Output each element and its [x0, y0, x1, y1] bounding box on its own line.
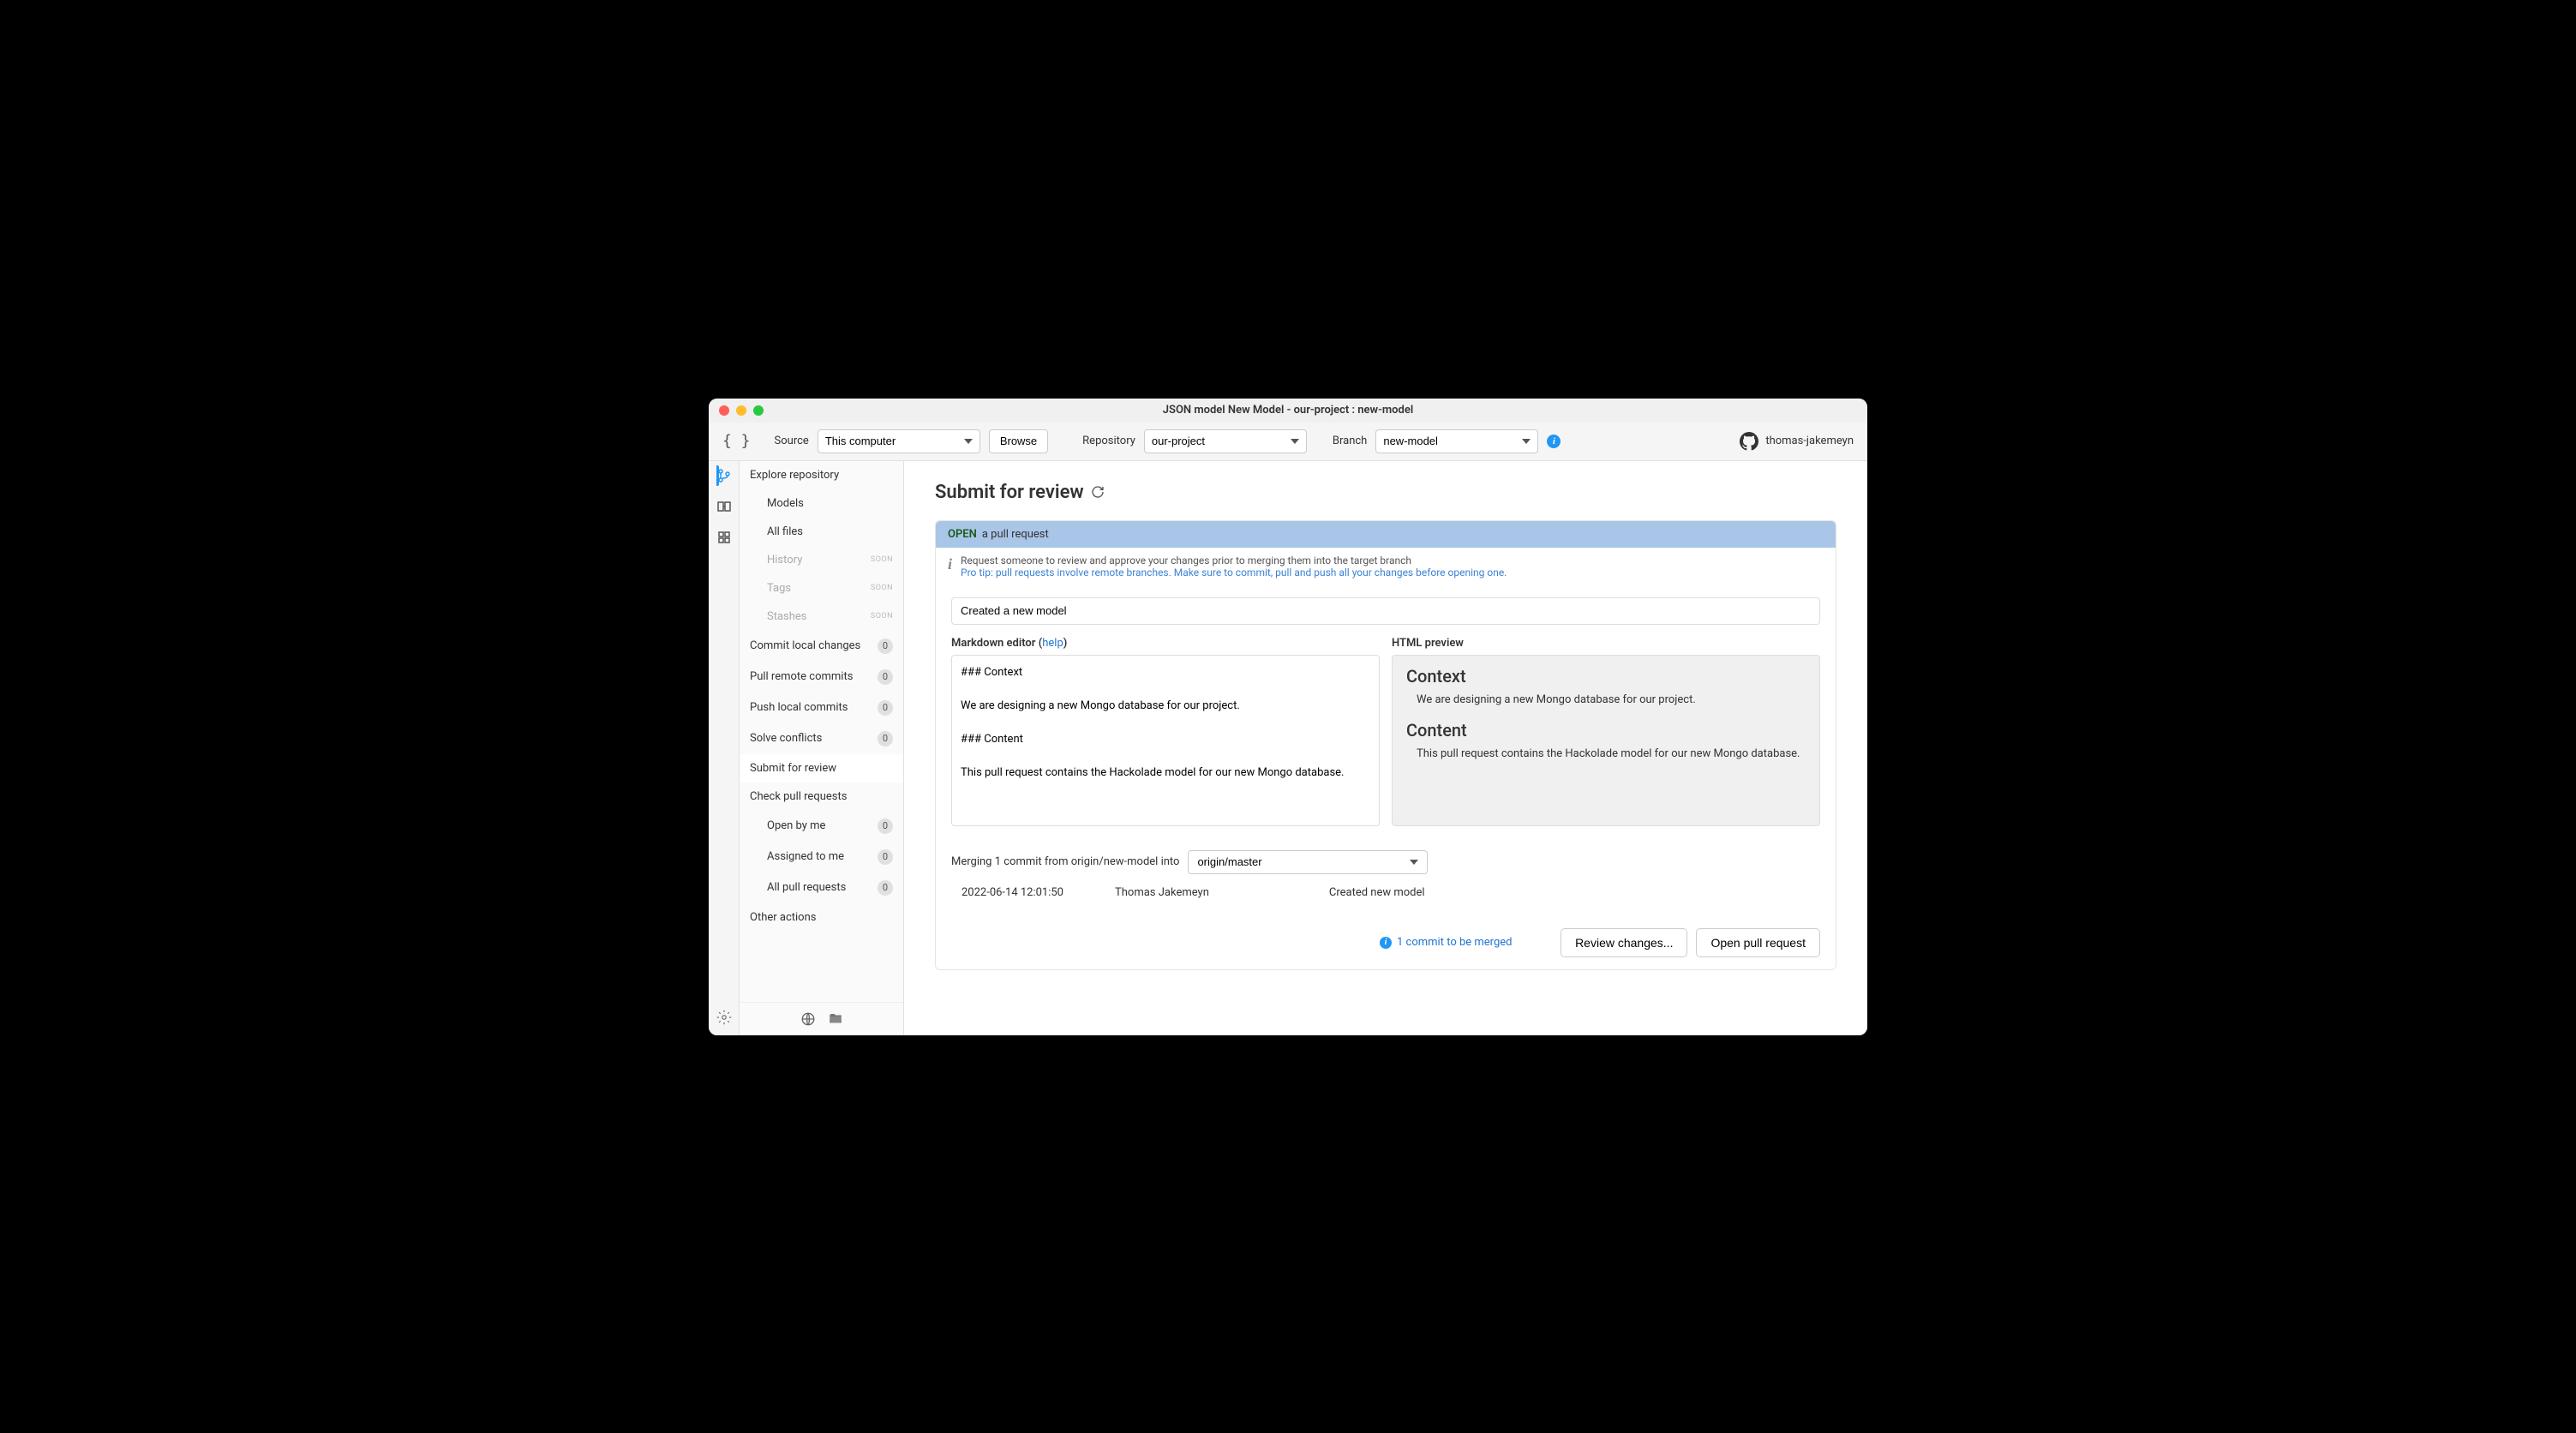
username: thomas-jakemeyn	[1765, 435, 1854, 447]
footer-row: i 1 commit to be merged Review changes..…	[951, 928, 1820, 957]
help-link[interactable]: help	[1042, 637, 1063, 650]
globe-icon[interactable]	[800, 1011, 816, 1027]
html-preview: Context We are designing a new Mongo dat…	[1392, 655, 1820, 826]
sidebar-assigned[interactable]: Assigned to me0	[740, 842, 903, 872]
commit-message: Created new model	[1329, 886, 1425, 899]
sidebar-pull[interactable]: Pull remote commits0	[740, 662, 903, 693]
commit-date: 2022-06-14 12:01:50	[962, 886, 1063, 899]
info-glyph-icon: i	[948, 556, 952, 572]
sidebar-models[interactable]: Models	[740, 489, 903, 518]
merge-row: Merging 1 commit from origin/new-model i…	[951, 850, 1820, 874]
git-tab-icon[interactable]	[716, 468, 732, 483]
sidebar-openbyme[interactable]: Open by me0	[740, 811, 903, 842]
merge-target-select[interactable]: origin/master	[1188, 850, 1428, 874]
markdown-editor[interactable]: ### Context We are designing a new Mongo…	[951, 655, 1380, 826]
open-pr-button[interactable]: Open pull request	[1696, 928, 1820, 957]
panel-body: Markdown editor (help) ### Context We ar…	[936, 585, 1836, 969]
commit-author: Thomas Jakemeyn	[1115, 886, 1209, 899]
protip-text: Pro tip: pull requests involve remote br…	[961, 567, 1507, 579]
sidebar-tags: TagsSOON	[740, 574, 903, 603]
repository-label: Repository	[1082, 435, 1135, 447]
md-label: Markdown editor (help)	[951, 637, 1380, 650]
source-label: Source	[775, 435, 809, 447]
app-window: JSON model New Model - our-project : new…	[709, 399, 1867, 1035]
branch-label: Branch	[1333, 435, 1367, 447]
pr-title-input[interactable]	[951, 597, 1820, 625]
minimize-window-button[interactable]	[736, 405, 746, 416]
repository-select[interactable]: our-project	[1144, 429, 1307, 453]
main-content: Submit for review OPEN a pull request i …	[904, 461, 1867, 1035]
sidebar-stashes: StashesSOON	[740, 603, 903, 631]
browse-button[interactable]: Browse	[989, 429, 1048, 453]
open-label: OPEN	[948, 528, 977, 541]
window-controls	[719, 405, 764, 416]
sidebar: Explore repository Models All files Hist…	[740, 461, 904, 1035]
sidebar-explore[interactable]: Explore repository	[740, 461, 903, 489]
info-icon: i	[1380, 937, 1392, 949]
sidebar-solve[interactable]: Solve conflicts0	[740, 723, 903, 754]
source-select[interactable]: This computer	[818, 429, 980, 453]
close-window-button[interactable]	[719, 405, 729, 416]
refresh-icon[interactable]	[1091, 485, 1105, 499]
user-area[interactable]: thomas-jakemeyn	[1740, 432, 1854, 451]
sidebar-other[interactable]: Other actions	[740, 903, 903, 932]
maximize-window-button[interactable]	[753, 405, 764, 416]
sidebar-footer	[740, 1002, 903, 1035]
commit-row: 2022-06-14 12:01:50 Thomas Jakemeyn Crea…	[951, 874, 1820, 911]
app-body: Explore repository Models All files Hist…	[709, 461, 1867, 1035]
sidebar-commit[interactable]: Commit local changes0	[740, 631, 903, 662]
sidebar-history: HistorySOON	[740, 546, 903, 574]
window-title: JSON model New Model - our-project : new…	[709, 404, 1867, 417]
panel-header: OPEN a pull request	[936, 521, 1836, 548]
titlebar: JSON model New Model - our-project : new…	[709, 399, 1867, 423]
iconbar	[709, 461, 740, 1035]
preview-label: HTML preview	[1392, 637, 1820, 650]
toolbar: { } Source This computer Browse Reposito…	[709, 423, 1867, 461]
github-icon	[1740, 432, 1758, 451]
branch-select[interactable]: new-model	[1375, 429, 1538, 453]
folder-icon[interactable]	[828, 1011, 843, 1027]
compare-tab-icon[interactable]	[716, 499, 732, 514]
sidebar-allpr[interactable]: All pull requests0	[740, 872, 903, 903]
sidebar-allfiles[interactable]: All files	[740, 518, 903, 546]
review-changes-button[interactable]: Review changes...	[1561, 928, 1687, 957]
sidebar-submit[interactable]: Submit for review	[740, 754, 903, 782]
app-icon: { }	[722, 432, 751, 450]
panel-info: i Request someone to review and approve …	[936, 548, 1836, 585]
commits-to-merge: i 1 commit to be merged	[1380, 936, 1512, 949]
settings-icon[interactable]	[716, 1010, 732, 1025]
pr-panel: OPEN a pull request i Request someone to…	[935, 520, 1836, 970]
sidebar-check[interactable]: Check pull requests	[740, 782, 903, 811]
grid-tab-icon[interactable]	[716, 530, 732, 545]
info-icon[interactable]: i	[1547, 435, 1561, 448]
page-title: Submit for review	[935, 482, 1836, 503]
sidebar-push[interactable]: Push local commits0	[740, 693, 903, 723]
